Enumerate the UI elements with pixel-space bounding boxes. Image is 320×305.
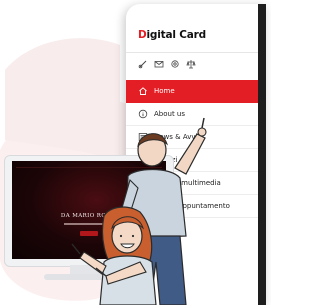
- woman-figure: [71, 206, 157, 305]
- people-illustration: [71, 117, 207, 305]
- illustration-scene: Digital Card Home About us News & Avvisi…: [0, 0, 271, 305]
